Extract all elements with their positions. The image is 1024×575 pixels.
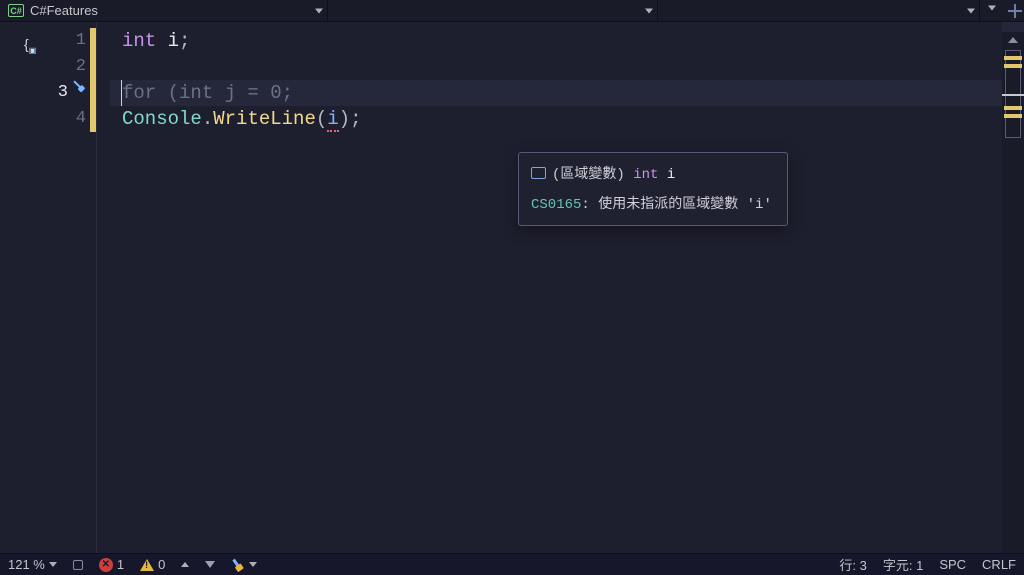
line-number: 4 (56, 106, 90, 132)
indicator-margin: {▣ (0, 22, 56, 553)
insert-mode[interactable]: SPC (931, 554, 974, 575)
code-line[interactable]: for (int j = 0; (122, 80, 1002, 106)
nav-type-dropdown[interactable] (328, 0, 658, 21)
error-count[interactable]: ✕ 1 (91, 554, 132, 575)
status-bar: 121 % ✕ 1 0 行: 3 字元: 1 SPC CRLF (0, 553, 1024, 575)
tooltip-diagnostic: CS0165: 使用未指派的區域變數 'i' (531, 193, 775, 213)
scroll-up-button[interactable] (1002, 32, 1024, 48)
error-squiggle: i (327, 108, 338, 132)
message-nav-down[interactable] (197, 554, 223, 575)
zoom-level[interactable]: 121 % (0, 554, 65, 575)
line-endings[interactable]: CRLF (974, 554, 1024, 575)
quick-info-tooltip: (區域變數) int i CS0165: 使用未指派的區域變數 'i' (518, 152, 788, 226)
chevron-down-icon[interactable] (988, 6, 996, 11)
splitter-handle[interactable] (1002, 22, 1024, 32)
scrollbar-change-mark (1004, 56, 1022, 60)
local-variable-icon (531, 167, 546, 179)
code-line[interactable]: int i; (122, 28, 1002, 54)
chevron-up-icon (181, 562, 189, 567)
caret-column[interactable]: 字元: 1 (875, 554, 931, 575)
chevron-down-icon (315, 8, 323, 13)
split-handle-icon[interactable] (1008, 4, 1022, 18)
scrollbar-change-mark (1004, 106, 1022, 110)
error-icon: ✕ (99, 558, 113, 572)
nav-member-dropdown[interactable] (658, 0, 980, 21)
code-line[interactable] (122, 54, 1002, 80)
outlining-column[interactable] (96, 22, 110, 553)
code-text-area[interactable]: int i; for (int j = 0; Console.WriteLine… (110, 22, 1002, 553)
line-number: 1 (56, 28, 90, 54)
chevron-down-icon (249, 562, 257, 567)
chevron-down-icon (49, 562, 57, 567)
warning-icon (140, 559, 154, 571)
caret-line[interactable]: 行: 3 (831, 554, 874, 575)
vertical-scrollbar[interactable] (1002, 22, 1024, 553)
line-number-column: 1 2 3 4 (56, 22, 90, 553)
code-line[interactable]: Console.WriteLine(i); (122, 106, 1002, 132)
arrow-down-icon (205, 561, 215, 568)
navigation-bar: C# C#Features (0, 0, 1024, 22)
scrollbar-change-mark (1004, 114, 1022, 118)
line-number: 2 (56, 54, 90, 80)
chevron-down-icon (967, 8, 975, 13)
line-number-current: 3 (56, 80, 90, 106)
box-icon (73, 560, 83, 570)
csharp-badge-icon: C# (8, 4, 24, 17)
chevron-down-icon (645, 8, 653, 13)
quick-fix-icon[interactable] (69, 76, 89, 96)
nav-scope-label: C#Features (30, 3, 98, 18)
warning-count[interactable]: 0 (132, 554, 173, 575)
cleanup-button[interactable] (223, 554, 265, 575)
status-misc-icon[interactable] (65, 554, 91, 575)
message-nav-up[interactable] (173, 554, 197, 575)
nav-scope-dropdown[interactable]: C# C#Features (0, 0, 328, 21)
tooltip-signature: (區域變數) int i (531, 163, 775, 183)
brush-icon (229, 555, 248, 574)
editor-area: {▣ 1 2 3 4 int i; for (int j = 0; Consol… (0, 22, 1024, 553)
code-scope-icon[interactable]: {▣ (24, 36, 36, 55)
nav-end-segment (980, 0, 1024, 21)
scrollbar-change-mark (1004, 64, 1022, 68)
scrollbar-caret-mark (1002, 94, 1024, 96)
